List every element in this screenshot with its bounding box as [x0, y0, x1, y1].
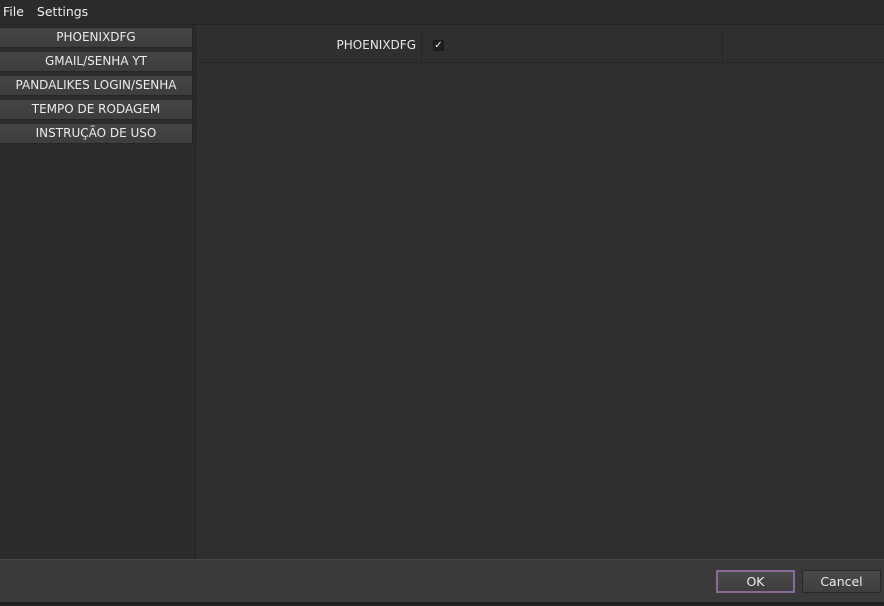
- sidebar-item-instrucao-de-uso[interactable]: INSTRUÇÃO DE USO: [0, 123, 193, 144]
- app-window: File Settings PHOENIXDFG GMAIL/SENHA YT …: [0, 0, 884, 606]
- cancel-button[interactable]: Cancel: [802, 570, 881, 593]
- checkmark-icon: ✓: [434, 40, 443, 51]
- sidebar-item-tempo-de-rodagem[interactable]: TEMPO DE RODAGEM: [0, 99, 193, 120]
- dialog-button-bar: OK Cancel: [0, 559, 884, 603]
- menu-bar: File Settings: [0, 0, 884, 25]
- sidebar-item-phoenixdfg[interactable]: PHOENIXDFG: [0, 27, 193, 48]
- setting-row: PHOENIXDFG ✓: [196, 28, 884, 63]
- settings-content-panel: PHOENIXDFG ✓: [196, 25, 884, 559]
- sidebar-item-gmail-senha-yt[interactable]: GMAIL/SENHA YT: [0, 51, 193, 72]
- ok-button[interactable]: OK: [716, 570, 795, 593]
- column-divider: [421, 28, 422, 62]
- sidebar: PHOENIXDFG GMAIL/SENHA YT PANDALIKES LOG…: [0, 25, 196, 559]
- sidebar-item-pandalikes-login-senha[interactable]: PANDALIKES LOGIN/SENHA: [0, 75, 193, 96]
- menu-settings[interactable]: Settings: [30, 0, 94, 24]
- column-divider: [722, 28, 723, 62]
- setting-label: PHOENIXDFG: [336, 38, 416, 52]
- window-bottom-edge: [0, 602, 884, 606]
- setting-checkbox[interactable]: ✓: [433, 40, 444, 51]
- menu-file[interactable]: File: [0, 0, 30, 24]
